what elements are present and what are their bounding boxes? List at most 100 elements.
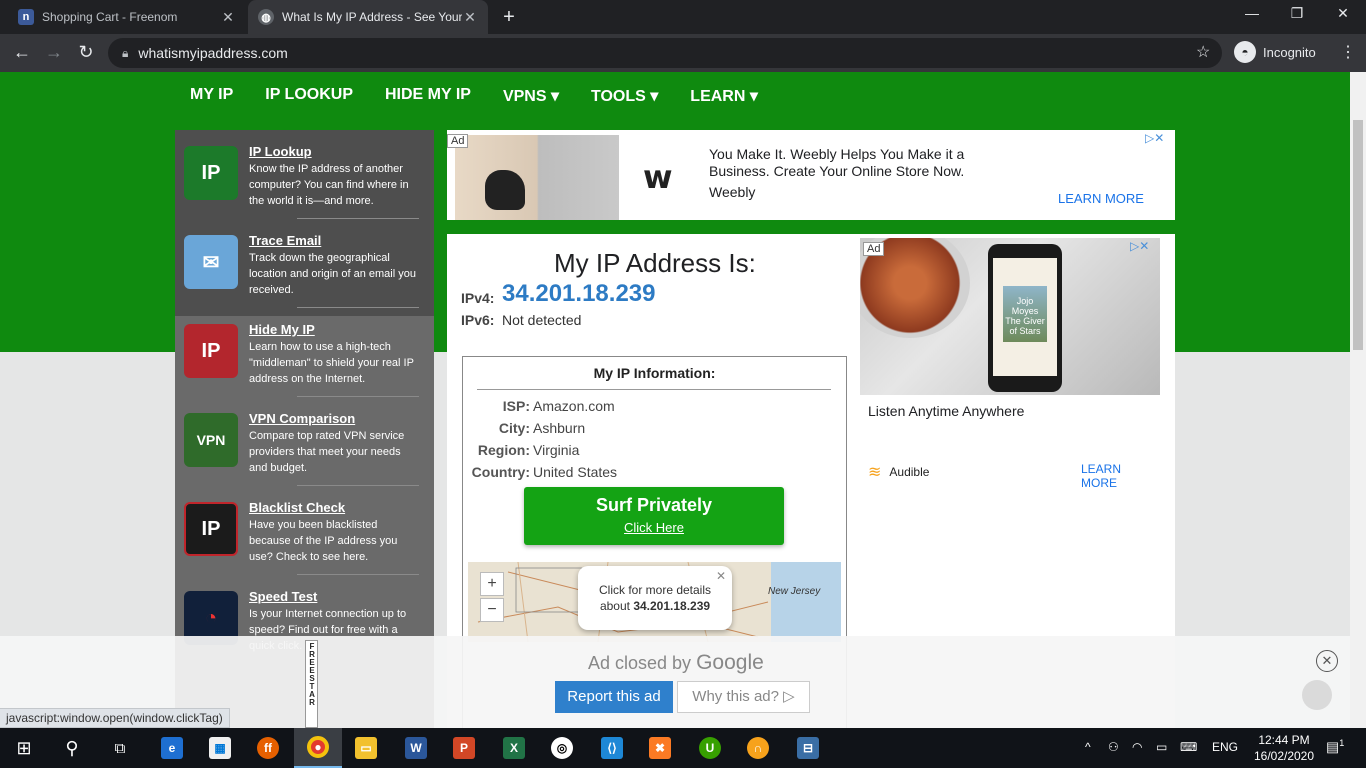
wifi-icon[interactable]: ◠ bbox=[1132, 740, 1142, 754]
maximize-icon[interactable]: ❐ bbox=[1282, 5, 1312, 22]
learn-more-button[interactable]: LEARN MORE bbox=[1081, 462, 1160, 490]
weebly-banner-ad[interactable]: Ad ▷✕ w You Make It. Weebly Helps You Ma… bbox=[447, 130, 1175, 220]
sidebar-item-title[interactable]: IP Lookup bbox=[249, 144, 312, 159]
incognito-badge[interactable]: ◓ Incognito bbox=[1234, 41, 1316, 63]
battery-icon[interactable]: ▭ bbox=[1156, 740, 1167, 754]
store-icon[interactable]: ▦ bbox=[196, 728, 244, 768]
firefox-icon[interactable]: ff bbox=[244, 728, 292, 768]
surf-privately-button[interactable]: Surf Privately Click Here bbox=[524, 487, 784, 545]
chevron-up-icon[interactable]: ^ bbox=[1085, 740, 1091, 754]
status-bar-url: javascript:window.open(window.clickTag) bbox=[0, 708, 230, 728]
new-tab-icon[interactable]: + bbox=[498, 6, 520, 29]
address-bar[interactable]: 🔒︎ whatismyipaddress.com bbox=[108, 38, 1222, 68]
ad-image bbox=[455, 135, 619, 220]
nav-tools[interactable]: TOOLS ▾ bbox=[591, 86, 658, 106]
keyboard-icon[interactable]: ⌨ bbox=[1180, 740, 1197, 754]
bookmark-star-icon[interactable]: ☆ bbox=[1196, 42, 1210, 62]
chrome-icon[interactable]: ● bbox=[294, 728, 342, 768]
sidebar-item-title[interactable]: Blacklist Check bbox=[249, 500, 345, 515]
menu-icon[interactable]: ⋮ bbox=[1340, 42, 1356, 62]
file-explorer-icon[interactable]: ▭ bbox=[342, 728, 390, 768]
hide-my-ip-icon: IP bbox=[184, 324, 238, 378]
sidebar-item-desc: Have you been blacklisted because of the… bbox=[249, 519, 398, 563]
clock[interactable]: 12:44 PM 16/02/2020 bbox=[1252, 732, 1316, 764]
time: 12:44 PM bbox=[1258, 733, 1310, 747]
task-view-icon[interactable]: ⧉ bbox=[96, 728, 144, 768]
nav-vpns[interactable]: VPNS ▾ bbox=[503, 86, 559, 106]
sidebar-item-title[interactable]: VPN Comparison bbox=[249, 411, 355, 426]
sidebar-item-ip-lookup[interactable]: IP IP Lookup Know the IP address of anot… bbox=[175, 130, 434, 219]
scrollbar-thumb[interactable] bbox=[1353, 120, 1363, 350]
audible-logo-icon: ≋ bbox=[868, 464, 882, 481]
zoom-out-button[interactable]: − bbox=[480, 598, 504, 622]
zoom-in-button[interactable]: + bbox=[480, 572, 504, 596]
why-this-ad-button[interactable]: Why this ad? ▷ bbox=[677, 681, 810, 713]
browser-toolbar: ← → ↻ 🔒︎ whatismyipaddress.com ☆ ◓ Incog… bbox=[0, 34, 1366, 72]
sidebar-item-desc: Track down the geographical location and… bbox=[249, 252, 416, 296]
vpn-icon: VPN bbox=[184, 413, 238, 467]
close-tab-icon[interactable]: ✕ bbox=[462, 9, 478, 26]
close-window-icon[interactable]: ✕ bbox=[1328, 5, 1358, 22]
sidebar-item-desc: Compare top rated VPN service providers … bbox=[249, 430, 405, 474]
phone-screen: Jojo Moyes The Giver of Stars bbox=[993, 258, 1057, 376]
upwork-icon[interactable]: U bbox=[686, 728, 734, 768]
forward-icon[interactable]: → bbox=[42, 40, 66, 64]
close-icon[interactable]: ✕ bbox=[1316, 650, 1338, 672]
report-ad-button[interactable]: Report this ad bbox=[555, 681, 673, 713]
sidebar-item-hide-my-ip[interactable]: IP Hide My IP Learn how to use a high-te… bbox=[175, 308, 434, 397]
word-icon[interactable]: W bbox=[392, 728, 440, 768]
freestar-badge[interactable]: FREESTAR bbox=[305, 640, 318, 728]
adchoices-icon[interactable]: ▷✕ bbox=[1130, 239, 1149, 253]
headphones-app-icon[interactable]: ∩ bbox=[734, 728, 782, 768]
adchoices-icon[interactable]: ▷✕ bbox=[1145, 131, 1164, 145]
ipv4-value: 34.201.18.239 bbox=[502, 280, 656, 307]
ad-image: Jojo Moyes The Giver of Stars bbox=[860, 238, 1160, 395]
nav-ip-lookup[interactable]: IP LOOKUP bbox=[265, 86, 353, 106]
close-icon[interactable]: ✕ bbox=[716, 568, 726, 584]
popup-line2: about bbox=[599, 599, 634, 613]
audible-ad[interactable]: Jojo Moyes The Giver of Stars Ad ▷✕ List… bbox=[860, 238, 1160, 490]
sidebar-item-trace-email[interactable]: ✉ Trace Email Track down the geographica… bbox=[175, 219, 434, 308]
click-here-link[interactable]: Click Here bbox=[524, 520, 784, 535]
minimize-icon[interactable]: — bbox=[1237, 5, 1267, 21]
excel-icon[interactable]: X bbox=[490, 728, 538, 768]
map-popup[interactable]: ✕ Click for more details about 34.201.18… bbox=[578, 566, 732, 630]
reload-icon[interactable]: ↻ bbox=[74, 40, 98, 64]
sidebar-item-blacklist-check[interactable]: IP Blacklist Check Have you been blackli… bbox=[175, 486, 434, 575]
nav-my-ip[interactable]: MY IP bbox=[190, 86, 233, 106]
people-icon[interactable]: ⚇ bbox=[1108, 740, 1119, 754]
ipv4-label: IPv4: bbox=[461, 290, 495, 306]
sidebar-item-vpn-comparison[interactable]: VPN VPN Comparison Compare top rated VPN… bbox=[175, 397, 434, 486]
ad-label: Ad bbox=[863, 242, 885, 256]
xampp-icon[interactable]: ✖ bbox=[636, 728, 684, 768]
back-icon[interactable]: ← bbox=[10, 40, 34, 64]
sidebar-item-title[interactable]: Trace Email bbox=[249, 233, 321, 248]
learn-more-button[interactable]: LEARN MORE bbox=[1058, 191, 1144, 206]
sidebar-item-title[interactable]: Speed Test bbox=[249, 589, 317, 604]
weebly-logo-icon: w bbox=[643, 158, 673, 196]
map-label: New Jersey bbox=[768, 586, 821, 597]
network-tool-icon[interactable]: ⊟ bbox=[784, 728, 832, 768]
search-icon[interactable]: ⚲ bbox=[48, 728, 96, 768]
tab-freenom[interactable]: n Shopping Cart - Freenom ✕ bbox=[8, 0, 246, 34]
close-tab-icon[interactable]: ✕ bbox=[220, 9, 236, 26]
web-page: MY IP IP LOOKUP HIDE MY IP VPNS ▾ TOOLS … bbox=[0, 72, 1366, 728]
edge-icon[interactable]: e bbox=[148, 728, 196, 768]
chat-bubble-icon[interactable] bbox=[1302, 680, 1332, 710]
obs-icon[interactable]: ◎ bbox=[538, 728, 586, 768]
nav-hide-my-ip[interactable]: HIDE MY IP bbox=[385, 86, 471, 106]
tab-whatismyip[interactable]: ◍ What Is My IP Address - See Your ✕ bbox=[248, 0, 488, 34]
main-nav: MY IP IP LOOKUP HIDE MY IP VPNS ▾ TOOLS … bbox=[190, 86, 790, 106]
surf-title: Surf Privately bbox=[595, 495, 713, 515]
language-indicator[interactable]: ENG bbox=[1212, 740, 1238, 754]
sidebar-item-title[interactable]: Hide My IP bbox=[249, 322, 315, 337]
vscode-icon[interactable]: ⟨⟩ bbox=[588, 728, 636, 768]
powerpoint-icon[interactable]: P bbox=[440, 728, 488, 768]
windows-start-icon[interactable]: ⊞ bbox=[0, 728, 48, 768]
nav-learn[interactable]: LEARN ▾ bbox=[690, 86, 758, 106]
ip-lookup-icon: IP bbox=[184, 146, 238, 200]
notification-icon[interactable]: ▤1 bbox=[1326, 738, 1344, 756]
ipv6-label: IPv6: bbox=[461, 312, 495, 328]
location-map[interactable]: New Jersey + − ✕ Click for more details … bbox=[468, 562, 841, 642]
globe-icon: ◍ bbox=[258, 9, 274, 25]
